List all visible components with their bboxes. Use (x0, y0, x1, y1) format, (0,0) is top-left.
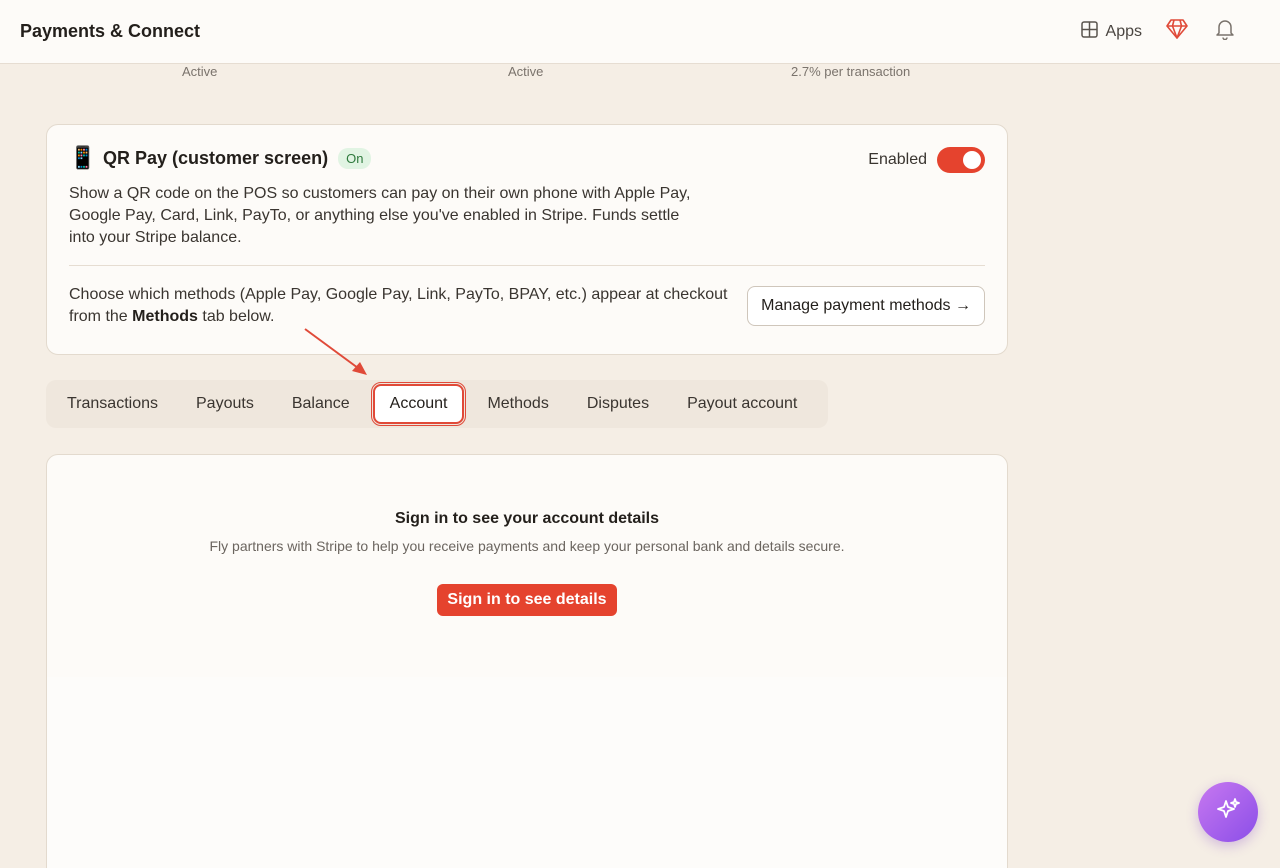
status-value-1: Active (182, 64, 218, 79)
phone-icon: 📱 (69, 145, 97, 170)
account-heading: Sign in to see your account details (394, 510, 660, 527)
methods-hint-bold: Methods (132, 308, 198, 325)
status-value-2: Active (508, 64, 544, 79)
status-row: Active Active 2.7% per transaction (0, 64, 1280, 88)
page-title: Payments & Connect (20, 21, 201, 41)
tab-payout-account[interactable]: Payout account (672, 384, 812, 424)
account-panel-body (47, 677, 1007, 868)
account-signin-section: Sign in to see your account details Fly … (47, 455, 1007, 677)
tab-balance[interactable]: Balance (277, 384, 365, 424)
account-panel: Sign in to see your account details Fly … (46, 454, 1008, 868)
account-subtext: Fly partners with Stripe to help you rec… (209, 538, 845, 554)
notifications-button[interactable] (1212, 19, 1238, 45)
tab-disputes[interactable]: Disputes (572, 384, 664, 424)
bell-icon (1215, 18, 1235, 45)
grid-icon (1080, 20, 1098, 43)
toggle-knob (963, 151, 981, 169)
gem-button[interactable] (1164, 19, 1190, 45)
tab-transactions[interactable]: Transactions (52, 384, 173, 424)
qr-pay-card: 📱 QR Pay (customer screen) On Enabled Sh… (46, 124, 1008, 355)
status-badge: On (338, 147, 372, 169)
methods-hint-suffix: tab below. (197, 308, 275, 325)
sign-in-button[interactable]: Sign in to see details (437, 584, 617, 616)
annotation-arrow (304, 328, 367, 375)
enabled-label: Enabled (868, 151, 927, 168)
status-value-3: 2.7% per transaction (791, 64, 911, 79)
qr-pay-footer: Choose which methods (Apple Pay, Google … (69, 284, 985, 328)
enabled-toggle[interactable] (937, 147, 985, 173)
tab-bar: Transactions Payouts Balance Account Met… (46, 380, 828, 428)
apps-label: Apps (1105, 22, 1142, 40)
assistant-button[interactable] (1198, 782, 1258, 842)
methods-hint: Choose which methods (Apple Pay, Google … (69, 284, 739, 328)
qr-pay-header: 📱 QR Pay (customer screen) On (69, 147, 985, 169)
gem-icon (1166, 19, 1188, 44)
tab-account[interactable]: Account (370, 382, 467, 426)
apps-button[interactable]: Apps (1080, 20, 1142, 43)
divider (69, 265, 985, 266)
top-bar: Payments & Connect Apps (0, 0, 1280, 64)
manage-payment-methods-button[interactable]: Manage payment methods → (747, 286, 985, 326)
top-bar-actions: Apps (1080, 19, 1238, 45)
enabled-control: Enabled (868, 147, 985, 173)
qr-pay-title: QR Pay (customer screen) (103, 147, 329, 168)
sparkles-icon (1214, 796, 1242, 829)
tab-payouts[interactable]: Payouts (181, 384, 269, 424)
tab-methods[interactable]: Methods (472, 384, 563, 424)
qr-pay-description: Show a QR code on the POS so customers c… (69, 185, 691, 246)
